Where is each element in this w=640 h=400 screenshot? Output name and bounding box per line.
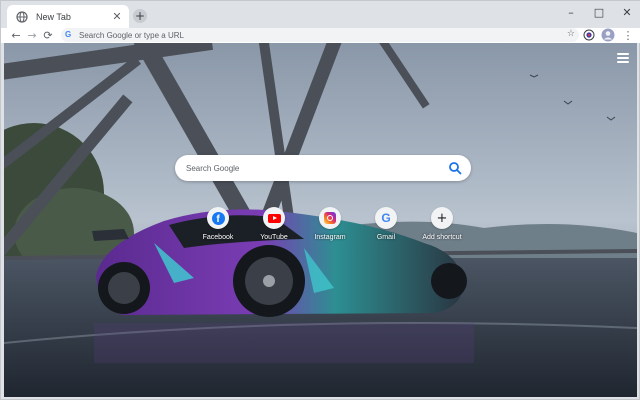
- shortcut-icon-wrap: [319, 207, 341, 229]
- shortcut-icon-wrap: f: [207, 207, 229, 229]
- shortcut-icon-wrap: +: [431, 207, 453, 229]
- menu-line: [617, 61, 629, 63]
- instagram-icon: [324, 212, 336, 224]
- minimize-button[interactable]: –: [557, 1, 585, 23]
- shortcut-youtube[interactable]: YouTube: [246, 207, 302, 241]
- maximize-button[interactable]: □: [585, 1, 613, 23]
- youtube-icon: [267, 213, 281, 223]
- shortcut-add[interactable]: + Add shortcut: [414, 207, 470, 241]
- window-controls: – □ ✕: [557, 1, 640, 23]
- reload-button[interactable]: ⟳: [41, 28, 55, 42]
- shortcut-instagram[interactable]: Instagram: [302, 207, 358, 241]
- tab-title: New Tab: [36, 11, 71, 22]
- browser-window: New Tab ✕ + – □ ✕ ← → ⟳ G Search Google …: [0, 0, 640, 400]
- shortcut-label: Instagram: [314, 234, 346, 241]
- tab-new-tab[interactable]: New Tab ✕: [7, 5, 129, 28]
- address-placeholder: Search Google or type a URL: [79, 30, 184, 40]
- search-icon[interactable]: [448, 161, 462, 175]
- extension-icon[interactable]: [583, 29, 595, 41]
- tab-strip: New Tab ✕ + – □ ✕: [1, 1, 640, 28]
- new-tab-button[interactable]: +: [133, 9, 147, 23]
- shortcut-tiles: f Facebook YouTube Instagram G Gmail + A…: [190, 207, 470, 241]
- menu-line: [617, 53, 629, 55]
- search-placeholder: Search Google: [186, 163, 240, 173]
- google-icon: G: [381, 211, 391, 225]
- google-g-icon: G: [65, 30, 72, 39]
- google-search-box[interactable]: Search Google: [175, 155, 471, 181]
- tab-close-icon[interactable]: ✕: [111, 10, 123, 23]
- toolbar: ← → ⟳ G Search Google or type a URL ☆ ⋮: [1, 28, 640, 43]
- forward-button[interactable]: →: [25, 28, 39, 42]
- back-button[interactable]: ←: [9, 28, 23, 42]
- browser-menu-button[interactable]: ⋮: [621, 28, 635, 42]
- shortcut-icon-wrap: G: [375, 207, 397, 229]
- shortcut-gmail[interactable]: G Gmail: [358, 207, 414, 241]
- menu-line: [617, 57, 629, 59]
- shortcut-facebook[interactable]: f Facebook: [190, 207, 246, 241]
- profile-avatar[interactable]: [601, 28, 615, 42]
- shortcut-label: Gmail: [376, 234, 396, 241]
- shortcut-label: Add shortcut: [422, 234, 462, 241]
- new-tab-page: Search Google f Facebook YouTube Instagr…: [4, 43, 637, 397]
- shortcut-icon-wrap: [263, 207, 285, 229]
- customize-menu-button[interactable]: [617, 53, 629, 63]
- plus-icon: +: [436, 210, 448, 226]
- globe-icon: [16, 10, 28, 23]
- window-close-button[interactable]: ✕: [613, 1, 640, 23]
- shortcut-label: YouTube: [260, 234, 288, 241]
- facebook-icon: f: [211, 211, 225, 225]
- address-bar[interactable]: G Search Google or type a URL ☆: [61, 28, 579, 42]
- shortcut-label: Facebook: [202, 234, 234, 241]
- bookmark-star-icon[interactable]: ☆: [567, 29, 575, 39]
